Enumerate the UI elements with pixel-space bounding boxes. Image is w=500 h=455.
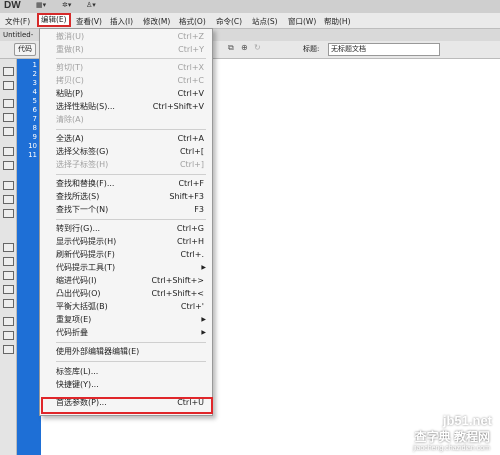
app-title-bar: DW ▦▾ ✲▾ ♙▾: [0, 0, 500, 13]
menu-item-copy[interactable]: 拷贝(C) Ctrl+C: [40, 74, 212, 87]
apply-comment-icon[interactable]: [3, 243, 14, 252]
menu-file[interactable]: 文件(F): [5, 16, 30, 27]
menu-separator: [56, 58, 206, 59]
menu-item-find-next[interactable]: 查找下一个(N) F3: [40, 203, 212, 216]
preferences-highlight-box: [41, 397, 213, 414]
move-css-icon[interactable]: [3, 299, 14, 308]
menu-item-paste[interactable]: 粘贴(P) Ctrl+V: [40, 87, 212, 100]
expand-all-icon[interactable]: [3, 127, 14, 136]
line-number: 5: [32, 97, 37, 105]
gear-icon[interactable]: ✲▾: [62, 1, 71, 9]
menu-bar: 文件(F) 编辑(E) 查看(V) 插入(I) 修改(M) 格式(O) 命令(C…: [0, 13, 500, 29]
menu-item-external-editor[interactable]: 使用外部编辑器编辑(E): [40, 345, 212, 358]
user-icon[interactable]: ♙▾: [86, 1, 96, 9]
code-view-button[interactable]: 代码: [14, 43, 36, 56]
menu-insert[interactable]: 插入(I): [110, 16, 133, 27]
menu-item-undo[interactable]: 撤消(U) Ctrl+Z: [40, 30, 212, 43]
app-logo: DW: [4, 0, 21, 11]
recent-snippets-icon[interactable]: [3, 285, 14, 294]
menu-item-keyboard-shortcuts[interactable]: 快捷键(Y)...: [40, 378, 212, 391]
menu-item-select-parent-tag[interactable]: 选择父标签(G) Ctrl+[: [40, 145, 212, 158]
collapse-selection-icon[interactable]: [3, 113, 14, 122]
syntax-error-icon[interactable]: [3, 209, 14, 218]
inspect-icon[interactable]: ⧉: [228, 43, 234, 53]
menu-separator: [56, 342, 206, 343]
menu-modify[interactable]: 修改(M): [143, 16, 170, 27]
menu-item-go-to-line[interactable]: 转到行(G)... Ctrl+G: [40, 222, 212, 235]
menu-commands[interactable]: 命令(C): [216, 16, 242, 27]
line-number: 1: [32, 61, 37, 69]
menu-item-show-code-hints[interactable]: 显示代码提示(H) Ctrl+H: [40, 235, 212, 248]
document-title-input[interactable]: 无标题文档: [328, 43, 440, 56]
refresh-icon[interactable]: ↻: [254, 43, 261, 52]
highlight-invalid-code-icon[interactable]: [3, 195, 14, 204]
remove-comment-icon[interactable]: [3, 257, 14, 266]
edit-menu-dropdown: 撤消(U) Ctrl+Z 重做(R) Ctrl+Y 剪切(T) Ctrl+X 拷贝(C…: [39, 28, 213, 416]
watermark-brand: 查字典 教程网: [414, 430, 490, 444]
show-code-navigator-icon[interactable]: [3, 81, 14, 90]
menu-separator: [56, 361, 206, 362]
submenu-arrow-icon: ▶: [201, 264, 206, 271]
menu-item-tag-libraries[interactable]: 标签库(L)...: [40, 365, 212, 378]
coding-toolbar: [0, 59, 17, 455]
menu-item-select-child[interactable]: 选择子标签(H) Ctrl+]: [40, 158, 212, 171]
line-number: 6: [32, 106, 37, 114]
line-numbers-icon[interactable]: [3, 181, 14, 190]
menu-window[interactable]: 窗口(W): [288, 16, 316, 27]
menu-edit[interactable]: 编辑(E): [37, 13, 71, 27]
menu-item-cut[interactable]: 剪切(T) Ctrl+X: [40, 61, 212, 74]
menu-item-code-collapse[interactable]: 代码折叠 ▶: [40, 326, 212, 339]
line-number: 2: [32, 70, 37, 78]
watermark-url: jiaocheng.chazidian.com: [413, 445, 490, 452]
balance-braces-icon[interactable]: [3, 161, 14, 170]
line-number: 7: [32, 115, 37, 123]
line-number: 4: [32, 88, 37, 96]
menu-item-paste-special[interactable]: 选择性粘贴(S)... Ctrl+Shift+V: [40, 100, 212, 113]
menu-item-select-all[interactable]: 全选(A) Ctrl+A: [40, 132, 212, 145]
menu-help[interactable]: 帮助(H): [324, 16, 351, 27]
menu-item-balance-braces[interactable]: 平衡大括弧(B) Ctrl+': [40, 300, 212, 313]
title-label: 标题:: [303, 45, 320, 53]
line-number-gutter: 1 2 3 4 5 6 7 8 9 10 11: [17, 59, 41, 455]
menu-format[interactable]: 格式(O): [179, 16, 206, 27]
open-documents-icon[interactable]: [3, 67, 14, 76]
select-parent-tag-icon[interactable]: [3, 147, 14, 156]
line-number: 10: [28, 142, 37, 150]
line-number: 11: [28, 151, 37, 159]
indent-code-icon[interactable]: [3, 317, 14, 326]
watermark-site: jb51.net: [442, 413, 492, 428]
document-tab[interactable]: Untitled-: [3, 31, 33, 39]
format-source-icon[interactable]: [3, 345, 14, 354]
menu-item-refresh-code-hints[interactable]: 刷新代码提示(F) Ctrl+.: [40, 248, 212, 261]
menu-separator: [56, 174, 206, 175]
globe-icon[interactable]: ⊕: [241, 43, 248, 52]
menu-view[interactable]: 查看(V): [76, 16, 102, 27]
submenu-arrow-icon: ▶: [201, 329, 206, 336]
menu-item-clear[interactable]: 清除(A): [40, 113, 212, 126]
menu-separator: [56, 219, 206, 220]
line-number: 8: [32, 124, 37, 132]
menu-item-outdent-code[interactable]: 凸出代码(O) Ctrl+Shift+<: [40, 287, 212, 300]
collapse-tag-icon[interactable]: [3, 99, 14, 108]
line-number: 3: [32, 79, 37, 87]
menu-item-find-replace[interactable]: 查找和替换(F)... Ctrl+F: [40, 177, 212, 190]
submenu-arrow-icon: ▶: [201, 316, 206, 323]
outdent-code-icon[interactable]: [3, 331, 14, 340]
menu-item-find-selection[interactable]: 查找所选(S) Shift+F3: [40, 190, 212, 203]
line-number: 9: [32, 133, 37, 141]
wrap-tag-icon[interactable]: [3, 271, 14, 280]
menu-separator: [56, 129, 206, 130]
menu-item-repeating-items[interactable]: 重复项(E) ▶: [40, 313, 212, 326]
menu-item-indent-code[interactable]: 缩进代码(I) Ctrl+Shift+>: [40, 274, 212, 287]
menu-site[interactable]: 站点(S): [252, 16, 278, 27]
layout-icon[interactable]: ▦▾: [36, 1, 46, 9]
menu-item-code-hint-tools[interactable]: 代码提示工具(T) ▶: [40, 261, 212, 274]
menu-item-redo[interactable]: 重做(R) Ctrl+Y: [40, 43, 212, 56]
